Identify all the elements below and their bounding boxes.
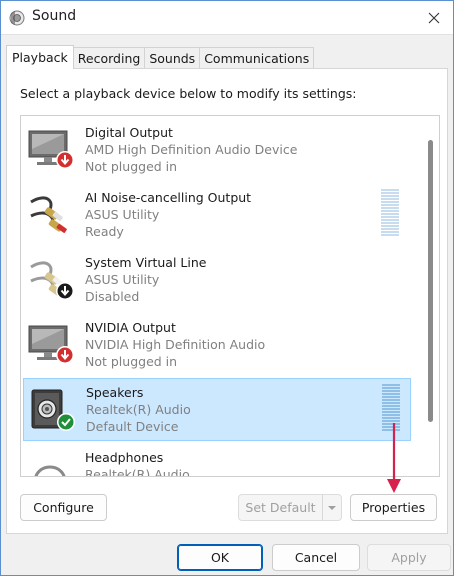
tab-recording[interactable]: Recording [72, 47, 146, 69]
device-description: NVIDIA High Definition Audio [85, 337, 266, 352]
device-status: Not plugged in [85, 354, 178, 369]
device-item-headphones[interactable]: Headphones Realtek(R) Audio [23, 443, 411, 477]
device-name: NVIDIA Output [85, 320, 176, 335]
title-bar: Sound [1, 1, 453, 35]
device-item-nvidia-output[interactable]: NVIDIA Output NVIDIA High Definition Aud… [23, 313, 411, 376]
close-button[interactable] [419, 4, 449, 31]
speaker-icon [31, 389, 75, 431]
device-item-speakers[interactable]: Speakers Realtek(R) Audio Default Device [23, 378, 411, 441]
red-down-arrow-badge [56, 346, 74, 364]
device-description: Realtek(R) Audio [86, 402, 191, 417]
black-down-arrow-badge [56, 282, 74, 300]
set-default-dropdown[interactable] [322, 494, 342, 521]
window-title: Sound [32, 8, 77, 24]
device-item-system-virtual-line[interactable]: System Virtual Line ASUS Utility Disable… [23, 248, 411, 311]
monitor-icon [28, 325, 74, 364]
tab-communications[interactable]: Communications [199, 47, 315, 69]
close-icon [428, 12, 440, 23]
tab-playback[interactable]: Playback [6, 45, 74, 69]
red-down-arrow-badge [56, 151, 74, 169]
device-description: ASUS Utility [85, 207, 160, 222]
device-name: AI Noise-cancelling Output [85, 190, 252, 205]
tab-sounds[interactable]: Sounds [144, 47, 201, 69]
level-meter [381, 189, 399, 239]
sound-dialog: Sound Playback Recording Sounds Communic… [0, 0, 454, 576]
device-list[interactable]: Digital Output AMD High Definition Audio… [20, 115, 440, 477]
green-check-badge [57, 413, 75, 431]
device-status: Not plugged in [85, 159, 178, 174]
device-item-digital-output[interactable]: Digital Output AMD High Definition Audio… [23, 118, 411, 181]
device-status: Default Device [86, 419, 179, 434]
level-meter [382, 384, 400, 434]
instruction-text: Select a playback device below to modify… [20, 86, 357, 101]
device-name: System Virtual Line [85, 255, 207, 270]
cancel-button[interactable]: Cancel [272, 544, 360, 571]
scrollbar-thumb[interactable] [428, 140, 433, 422]
rca-cable-icon [30, 261, 74, 300]
tab-strip: Playback Recording Sounds Communications [6, 45, 315, 69]
rca-cable-icon [30, 196, 67, 233]
device-list-scrollbar[interactable] [425, 118, 437, 474]
speaker-app-icon [9, 10, 25, 26]
playback-panel: Select a playback device below to modify… [6, 68, 448, 534]
device-status: Ready [85, 224, 124, 239]
device-description: AMD High Definition Audio Device [85, 142, 298, 157]
device-description: Realtek(R) Audio [85, 467, 190, 477]
chevron-down-icon [328, 505, 336, 510]
properties-button[interactable]: Properties [350, 494, 437, 521]
monitor-icon [28, 130, 74, 169]
device-status: Disabled [85, 289, 140, 304]
device-name: Speakers [86, 385, 144, 400]
ok-button[interactable]: OK [177, 544, 263, 571]
device-description: ASUS Utility [85, 272, 160, 287]
device-item-ai-noise-cancelling-output[interactable]: AI Noise-cancelling Output ASUS Utility … [23, 183, 411, 246]
headphones-icon [34, 465, 66, 476]
set-default-button[interactable]: Set Default [238, 494, 323, 521]
apply-button[interactable]: Apply [367, 544, 451, 571]
configure-button[interactable]: Configure [20, 494, 107, 521]
device-name: Headphones [85, 450, 164, 465]
device-name: Digital Output [85, 125, 173, 140]
